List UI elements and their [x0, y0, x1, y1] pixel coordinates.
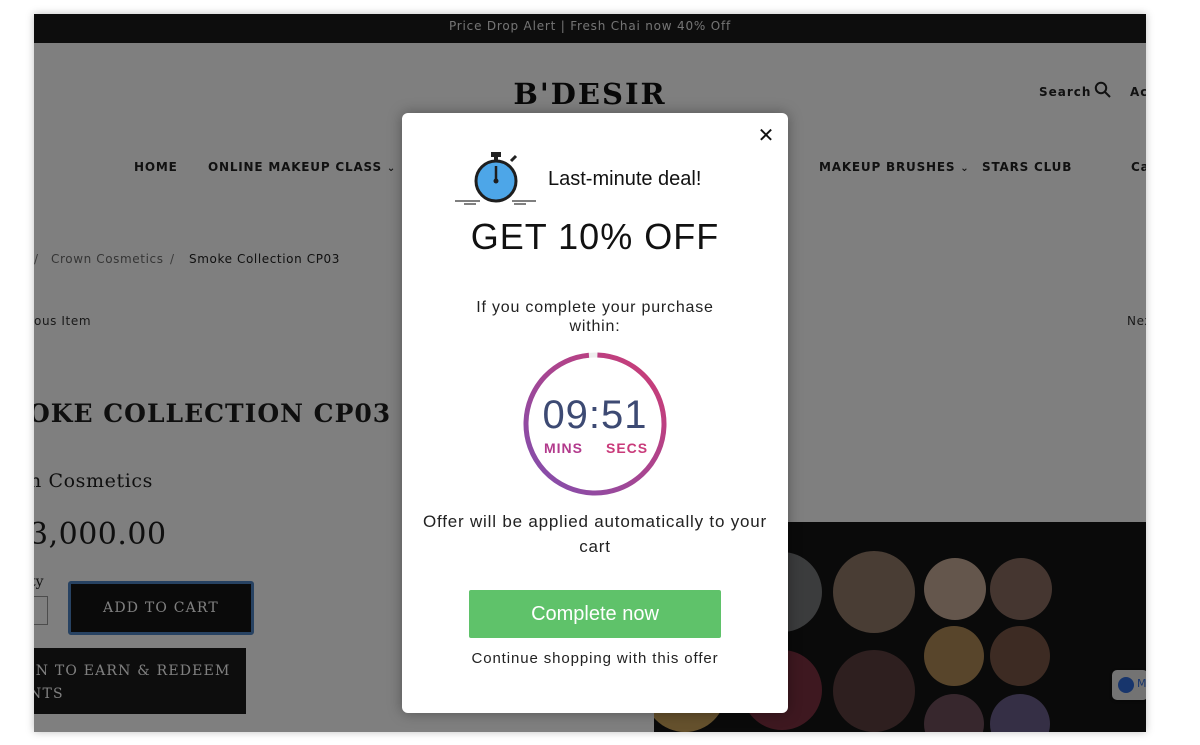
countdown-mins-label: MINS	[544, 440, 583, 456]
countdown-time: 09:51	[542, 393, 648, 437]
countdown-secs-label: SECS	[606, 440, 649, 456]
close-icon[interactable]: ✕	[754, 123, 778, 147]
continue-shopping-link[interactable]: Continue shopping with this offer	[402, 650, 788, 667]
deal-heading: Last-minute deal!	[548, 168, 702, 190]
complete-now-button[interactable]: Complete now	[469, 590, 721, 638]
browser-viewport: Price Drop Alert | Fresh Chai now 40% Of…	[34, 14, 1146, 732]
countdown-timer: 09:51 MINS SECS	[522, 351, 668, 497]
offer-headline: GET 10% OFF	[470, 216, 720, 257]
stopwatch-icon	[454, 151, 538, 213]
offer-condition-text: If you complete your purchase within:	[476, 299, 714, 335]
offer-note: Offer will be applied automatically to y…	[422, 512, 768, 556]
deal-popup: ✕ Last-minute deal! GET 10% OFF If you c…	[402, 113, 788, 713]
